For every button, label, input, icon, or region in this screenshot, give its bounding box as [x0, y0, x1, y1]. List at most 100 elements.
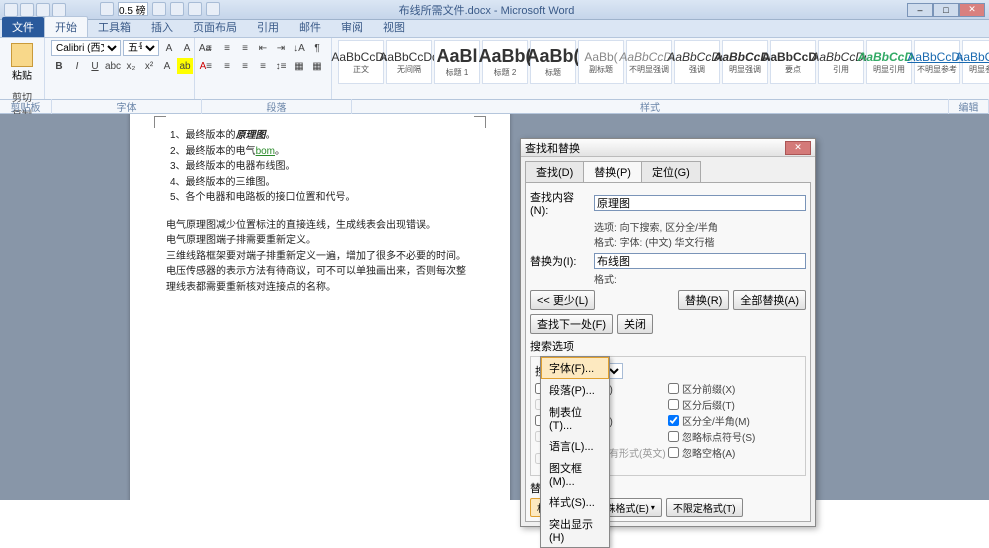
- less-button[interactable]: << 更少(L): [530, 290, 595, 310]
- tab-review[interactable]: 审阅: [331, 17, 373, 37]
- chk-space[interactable]: [668, 447, 679, 458]
- cancel-button[interactable]: 关闭: [617, 314, 653, 334]
- list-item: 2、最终版本的电气bom。: [166, 144, 474, 160]
- style-subtitle[interactable]: AaBb(副标题: [578, 40, 624, 84]
- qat-btn4[interactable]: [188, 2, 202, 16]
- align-left-icon[interactable]: ≡: [201, 58, 217, 74]
- list-item: 5、各个电器和电路板的接口位置和代号。: [166, 190, 474, 206]
- label-styles: 样式: [352, 99, 949, 114]
- chk-prefix[interactable]: [668, 383, 679, 394]
- chk-fullhalf[interactable]: [668, 415, 679, 426]
- tab-goto[interactable]: 定位(G): [641, 161, 701, 182]
- list-item: 4、最终版本的三维图。: [166, 175, 474, 191]
- show-marks-icon[interactable]: ¶: [309, 40, 325, 56]
- sort-icon[interactable]: ↓A: [291, 40, 307, 56]
- undo-icon[interactable]: [36, 3, 50, 17]
- sup-icon[interactable]: x²: [141, 58, 157, 74]
- format-menu: 字体(F)... 段落(P)... 制表位(T)... 语言(L)... 图文框…: [540, 356, 610, 548]
- menu-paragraph[interactable]: 段落(P)...: [541, 379, 609, 401]
- tab-replace[interactable]: 替换(P): [583, 161, 642, 182]
- qat-size-input[interactable]: [118, 2, 148, 16]
- highlight-icon[interactable]: ab: [177, 58, 193, 74]
- tab-insert[interactable]: 插入: [141, 17, 183, 37]
- font-size-select[interactable]: 五号: [123, 40, 159, 56]
- tab-home[interactable]: 开始: [44, 16, 88, 37]
- qat-btn2[interactable]: [152, 2, 166, 16]
- dialog-close-button[interactable]: ✕: [785, 141, 811, 155]
- italic-icon[interactable]: I: [69, 58, 85, 74]
- tab-file[interactable]: 文件: [2, 17, 44, 37]
- sub-icon[interactable]: x₂: [123, 58, 139, 74]
- qat-extra: [100, 2, 220, 16]
- line-spacing-icon[interactable]: ↕≡: [273, 58, 289, 74]
- style-h2[interactable]: AaBb(标题 2: [482, 40, 528, 84]
- chk-punct[interactable]: [668, 431, 679, 442]
- word-icon[interactable]: [4, 3, 18, 17]
- paste-icon: [11, 43, 33, 67]
- shrink-font-icon[interactable]: A: [179, 40, 195, 56]
- qat-btn3[interactable]: [170, 2, 184, 16]
- qat-btn1[interactable]: [100, 2, 114, 16]
- menu-highlight[interactable]: 突出显示(H): [541, 513, 609, 547]
- indent-inc-icon[interactable]: ⇥: [273, 40, 289, 56]
- find-next-button[interactable]: 查找下一处(F): [530, 314, 613, 334]
- find-fmt-label: 格式:: [594, 238, 617, 249]
- style-strong[interactable]: AaBbCcDd要点: [770, 40, 816, 84]
- chk-suffix[interactable]: [668, 399, 679, 410]
- style-title[interactable]: AaBb(标题: [530, 40, 576, 84]
- close-button[interactable]: ✕: [959, 3, 985, 17]
- style-normal[interactable]: AaBbCcDd正文: [338, 40, 384, 84]
- noformat-button[interactable]: 不限定格式(T): [666, 498, 743, 517]
- style-subtle-ref[interactable]: AaBbCcDd不明显参考: [914, 40, 960, 84]
- style-gallery[interactable]: AaBbCcDd正文 AaBbCcDd无间隔 AaBl标题 1 AaBb(标题 …: [338, 40, 989, 84]
- tab-find[interactable]: 查找(D): [525, 161, 584, 182]
- maximize-button[interactable]: □: [933, 3, 959, 17]
- align-justify-icon[interactable]: ≡: [255, 58, 271, 74]
- tab-references[interactable]: 引用: [247, 17, 289, 37]
- style-h1[interactable]: AaBl标题 1: [434, 40, 480, 84]
- style-intense-ref[interactable]: AaBbCcDd明显参考: [962, 40, 989, 84]
- bullets-icon[interactable]: ≡: [201, 40, 217, 56]
- find-label: 查找内容(N):: [530, 189, 590, 217]
- strike-icon[interactable]: abc: [105, 58, 121, 74]
- align-center-icon[interactable]: ≡: [219, 58, 235, 74]
- doc-paragraph: 电气原理图减少位置标注的直接连线，生成线表会出现错误。 电气原理图端子排需要重新…: [166, 218, 474, 296]
- tab-pagelayout[interactable]: 页面布局: [183, 17, 247, 37]
- tab-mailings[interactable]: 邮件: [289, 17, 331, 37]
- dialog-titlebar[interactable]: 查找和替换 ✕: [521, 139, 815, 157]
- replace-one-button[interactable]: 替换(R): [678, 290, 729, 310]
- menu-style[interactable]: 样式(S)...: [541, 491, 609, 513]
- style-nospacing[interactable]: AaBbCcDd无间隔: [386, 40, 432, 84]
- group-paragraph: ≡ ≡ ≡ ⇤ ⇥ ↓A ¶ ≡ ≡ ≡ ≡ ↕≡ ▦ ▦: [195, 38, 332, 99]
- multilevel-icon[interactable]: ≡: [237, 40, 253, 56]
- replace-all-button[interactable]: 全部替换(A): [733, 290, 806, 310]
- page[interactable]: 1、最终版本的原理图。 2、最终版本的电气bom。 3、最终版本的电器布线图。 …: [130, 114, 510, 500]
- bold-icon[interactable]: B: [51, 58, 67, 74]
- save-icon[interactable]: [20, 3, 34, 17]
- style-intense-quote[interactable]: AaBbCcDd明显引用: [866, 40, 912, 84]
- tab-view[interactable]: 视图: [373, 17, 415, 37]
- replace-input[interactable]: [594, 253, 806, 269]
- align-right-icon[interactable]: ≡: [237, 58, 253, 74]
- menu-frame[interactable]: 图文框(M)...: [541, 457, 609, 491]
- menu-tabs[interactable]: 制表位(T)...: [541, 401, 609, 435]
- find-opts-value: 向下搜索, 区分全/半角: [620, 223, 718, 234]
- numbering-icon[interactable]: ≡: [219, 40, 235, 56]
- paste-label: 粘贴: [12, 67, 32, 82]
- qat-btn5[interactable]: [206, 2, 220, 16]
- style-subtle-emph[interactable]: AaBbCcDd不明显强调: [626, 40, 672, 84]
- font-name-select[interactable]: Calibri (西文: [51, 40, 121, 56]
- tab-toolbox[interactable]: 工具箱: [88, 17, 141, 37]
- text-effect-icon[interactable]: A: [159, 58, 175, 74]
- underline-icon[interactable]: U: [87, 58, 103, 74]
- redo-icon[interactable]: [52, 3, 66, 17]
- shading-icon[interactable]: ▦: [291, 58, 307, 74]
- find-input[interactable]: [594, 195, 806, 211]
- menu-language[interactable]: 语言(L)...: [541, 435, 609, 457]
- paste-button[interactable]: 粘贴: [6, 40, 38, 84]
- menu-font[interactable]: 字体(F)...: [541, 357, 609, 379]
- borders-icon[interactable]: ▦: [309, 58, 325, 74]
- minimize-button[interactable]: –: [907, 3, 933, 17]
- indent-dec-icon[interactable]: ⇤: [255, 40, 271, 56]
- grow-font-icon[interactable]: A: [161, 40, 177, 56]
